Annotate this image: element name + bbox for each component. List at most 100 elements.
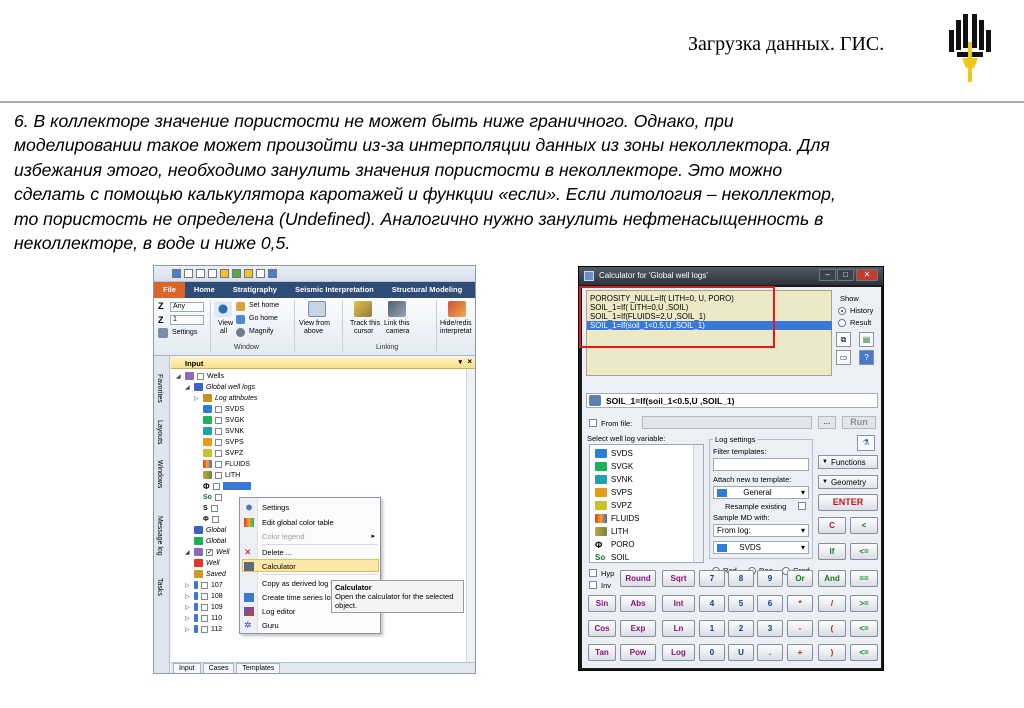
key-if[interactable]: If [818, 543, 846, 560]
view-from-above-icon[interactable] [308, 301, 326, 317]
paste-icon[interactable]: ▤ [859, 332, 874, 347]
tab-stratigraphy[interactable]: Stratigraphy [224, 282, 286, 298]
tree-log-svpz[interactable]: SVPZ [203, 448, 243, 458]
tree-log-poro[interactable]: Φ [203, 481, 251, 491]
side-tab-favorites[interactable]: Favorites [156, 374, 163, 403]
tab-home[interactable]: Home [185, 282, 224, 298]
hide-redisplay-button[interactable]: Hide/redis [440, 320, 472, 327]
side-tab-layouts[interactable]: Layouts [156, 420, 163, 445]
list-item[interactable]: SVDS [595, 447, 633, 460]
tab-input[interactable]: Input [173, 663, 201, 673]
list-item[interactable]: SVNK [595, 473, 633, 486]
log-checkbox[interactable] [215, 471, 222, 479]
menu-item-color-legend[interactable]: Color legend [262, 530, 305, 543]
tree-well-110[interactable]: ▷ 110 [185, 613, 222, 623]
key-open-paren[interactable]: ( [818, 620, 846, 637]
key-close-paren[interactable]: ) [818, 644, 846, 661]
log-checkbox[interactable] [212, 482, 220, 490]
tree-node-global-well-logs[interactable]: ◢ Global well logs [185, 382, 255, 392]
tab-file[interactable]: File [154, 282, 185, 298]
tree-log-fluids[interactable]: FLUIDS [203, 459, 250, 469]
dropdown-icon[interactable]: ▾ [458, 358, 462, 366]
execute-icon[interactable] [589, 395, 601, 406]
log-checkbox[interactable] [211, 515, 219, 523]
tree-log-soil[interactable]: So [203, 492, 222, 502]
log-checkbox[interactable] [214, 493, 222, 501]
clear-button[interactable]: C [818, 517, 846, 534]
functions-button[interactable]: ▼ Functions [818, 455, 878, 469]
key-less-equal[interactable]: <= [850, 543, 878, 560]
key-less-equal-3[interactable]: <= [850, 644, 878, 661]
binoculars-icon[interactable] [388, 301, 406, 317]
list-scrollbar[interactable] [693, 445, 703, 562]
well-checkbox[interactable] [201, 614, 208, 622]
log-checkbox[interactable] [215, 405, 222, 413]
copy-icon[interactable]: ⧉ [836, 332, 851, 347]
list-item[interactable]: Φ PORO [595, 538, 635, 551]
tree-well-108[interactable]: ▷ 108 [185, 591, 223, 601]
tree-log-svnk[interactable]: SVNK [203, 426, 244, 436]
sample-log-dropdown[interactable]: SVDS ▾ [713, 541, 809, 554]
settings-button[interactable]: Settings [172, 329, 197, 336]
tree-log-row[interactable]: S [203, 503, 218, 513]
one-spinner[interactable]: 1 [170, 315, 204, 325]
from-file-input[interactable] [642, 416, 812, 429]
menu-item-guru[interactable]: Guru [262, 619, 279, 632]
log-checkbox[interactable] [215, 416, 222, 424]
tree-node-global-2[interactable]: Global [194, 536, 226, 546]
log-checkbox[interactable] [210, 504, 218, 512]
save-icon[interactable] [172, 269, 181, 278]
well-checkbox[interactable] [201, 603, 208, 611]
key-6[interactable]: 6 [757, 595, 783, 612]
copy-icon[interactable] [256, 269, 265, 278]
filter-templates-input[interactable] [713, 458, 809, 471]
log-checkbox[interactable] [215, 438, 222, 446]
tree-node-well-2[interactable]: Well [194, 558, 219, 568]
well-checkbox[interactable] [201, 592, 208, 600]
key-cos[interactable]: Cos [588, 620, 616, 637]
undo-icon[interactable] [184, 269, 193, 278]
blank-icon[interactable] [208, 269, 217, 278]
tree-log-row[interactable]: Φ [203, 514, 219, 524]
list-item[interactable]: FLUIDS [595, 512, 639, 525]
key-5[interactable]: 5 [728, 595, 754, 612]
menu-item-delete[interactable]: Delete ... [262, 546, 292, 559]
log-checkbox[interactable] [215, 449, 222, 457]
key-exp[interactable]: Exp [620, 620, 656, 637]
log-checkbox[interactable] [215, 427, 222, 435]
key-3[interactable]: 3 [757, 620, 783, 637]
link-camera-button[interactable]: Link this [384, 320, 410, 327]
expression-input[interactable]: SOIL_1=If(soil_1<0.5,U ,SOIL_1) [586, 393, 878, 408]
hide-redisplay-icon[interactable] [448, 301, 466, 317]
tab-cases[interactable]: Cases [202, 663, 235, 673]
from-file-checkbox[interactable] [589, 419, 597, 427]
view-all-button[interactable]: View [218, 320, 233, 327]
key-1[interactable]: 1 [699, 620, 725, 637]
log-checkbox[interactable] [215, 460, 222, 468]
key-pow[interactable]: Pow [620, 644, 656, 661]
calculator-titlebar[interactable]: Calculator for 'Global well logs' – □ ✕ [579, 267, 883, 285]
tree-log-svds[interactable]: SVDS [203, 404, 244, 414]
track-cursor-icon[interactable] [354, 301, 372, 317]
document-icon[interactable]: ▭ [836, 350, 851, 365]
list-item[interactable]: LITH [595, 525, 628, 538]
redo-icon[interactable] [196, 269, 205, 278]
well-checkbox[interactable] [201, 581, 208, 589]
menu-item-calculator[interactable]: Calculator [262, 560, 296, 573]
from-log-dropdown[interactable]: From log: ▾ [713, 524, 809, 537]
key-int[interactable]: Int [662, 595, 695, 612]
key-tan[interactable]: Tan [588, 644, 616, 661]
key-0[interactable]: 0 [699, 644, 725, 661]
wells-checkbox[interactable] [197, 372, 204, 380]
key-or[interactable]: Or [787, 570, 813, 587]
hyp-checkbox[interactable] [589, 569, 597, 577]
select-icon[interactable] [244, 269, 253, 278]
menu-item-log-editor[interactable]: Log editor [262, 605, 295, 618]
tree-node-saved[interactable]: Saved [194, 569, 226, 579]
maximize-button[interactable]: □ [837, 269, 854, 281]
resample-checkbox[interactable] [798, 502, 806, 510]
tab-templates[interactable]: Templates [236, 663, 281, 673]
key-plus[interactable]: + [787, 644, 813, 661]
tree-well-112[interactable]: ▷ 112 [185, 624, 222, 634]
key-ln[interactable]: Ln [662, 620, 695, 637]
